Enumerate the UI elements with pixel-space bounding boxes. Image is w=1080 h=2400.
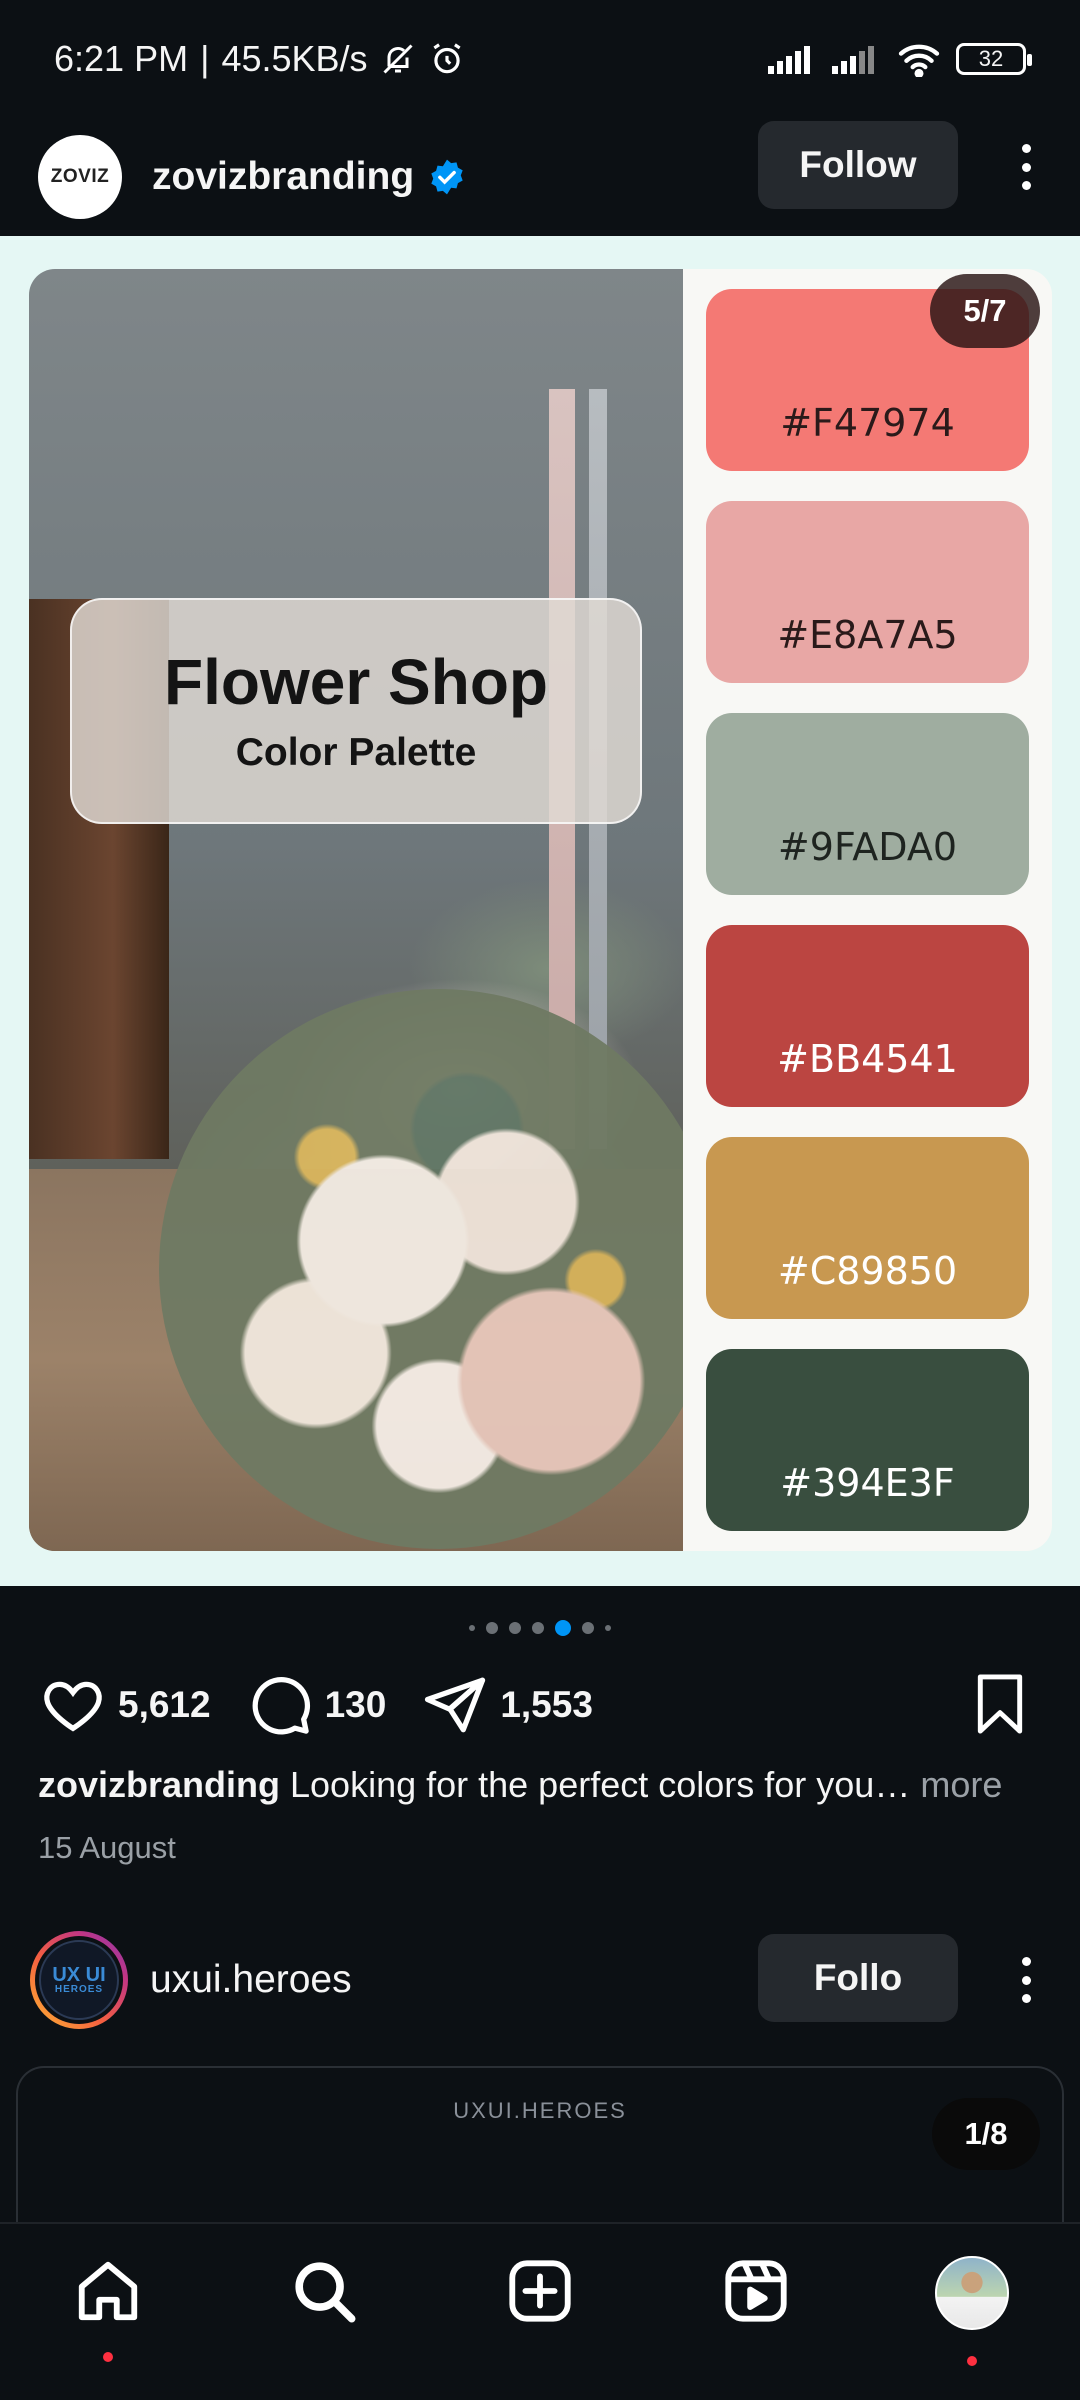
comment-count: 130 [324, 1684, 387, 1725]
post-date: 15 August [38, 1830, 176, 1865]
notification-dot [967, 2356, 977, 2366]
alarm-icon [432, 43, 461, 74]
next-post-header: UX UI HEROES uxui.heroes Follo [0, 1930, 1080, 2030]
color-swatch: #E8A7A5 [706, 501, 1029, 683]
nav-profile[interactable] [912, 2256, 1032, 2366]
color-swatch: #C89850 [706, 1137, 1029, 1319]
carousel-dot [605, 1625, 611, 1631]
color-swatch: #9FADA0 [706, 713, 1029, 895]
caption-text: Looking for the perfect colors for you… [290, 1764, 911, 1805]
post-actions: 5,612 130 1,553 [0, 1668, 1080, 1742]
avatar-logo: UX UI HEROES [39, 1940, 119, 2020]
home-icon[interactable] [73, 2256, 143, 2326]
share-action[interactable]: 1,553 [422, 1672, 593, 1738]
carousel-dot [469, 1625, 475, 1631]
media-subtitle: Color Palette [235, 731, 477, 775]
signal-icon [832, 46, 874, 74]
battery-level: 32 [978, 46, 1004, 71]
media-title: Flower Shop [164, 645, 548, 718]
carousel-counter-badge: 5/7 [930, 274, 1040, 348]
carousel-counter-badge: 1/8 [932, 2098, 1040, 2170]
swatch-hex: #BB4541 [777, 1037, 958, 1081]
verified-badge-icon [431, 159, 463, 195]
swatch-panel: #F47974 #E8A7A5 #9FADA0 #BB4541 #C89850 … [683, 269, 1052, 1551]
post-username[interactable]: zovizbranding [152, 155, 414, 199]
comment-action[interactable]: 130 [247, 1672, 387, 1738]
battery-icon: 32 [956, 43, 1032, 75]
add-square-icon[interactable] [505, 2256, 575, 2326]
swatch-hex: #C89850 [777, 1249, 958, 1293]
status-bar: 6:21 PM | 45.5KB/s 32 [0, 0, 1080, 118]
heart-icon[interactable] [40, 1672, 106, 1738]
like-count: 5,612 [118, 1684, 211, 1725]
more-options-icon[interactable] [1018, 144, 1034, 190]
carousel-dot [486, 1622, 498, 1634]
nav-search[interactable] [264, 2256, 384, 2356]
status-right: 32 [768, 41, 1032, 77]
avatar-logo-text: UX UI [52, 1964, 106, 1986]
swatch-hex: #E8A7A5 [777, 613, 958, 657]
status-time: 6:21 PM [54, 38, 189, 79]
status-separator: | [200, 38, 210, 79]
carousel-dot [582, 1622, 594, 1634]
post-header: ZOVIZ zovizbranding Follow [0, 118, 1080, 236]
caption-username[interactable]: zovizbranding [38, 1764, 280, 1805]
search-icon[interactable] [289, 2256, 359, 2326]
network-speed: 45.5KB/s [221, 38, 368, 79]
color-swatch: #394E3F [706, 1349, 1029, 1531]
avatar-logo-subtext: HEROES [54, 1984, 104, 1995]
nav-reels[interactable] [696, 2256, 816, 2356]
reels-icon[interactable] [721, 2256, 791, 2326]
next-post-media[interactable]: UXUI.HEROES 1/8 [16, 2066, 1064, 2226]
profile-avatar[interactable] [935, 2256, 1009, 2330]
title-card: Flower Shop Color Palette [70, 598, 642, 824]
story-ring-avatar[interactable]: UX UI HEROES [30, 1931, 128, 2029]
like-action[interactable]: 5,612 [40, 1672, 211, 1738]
mute-bell-icon [382, 44, 413, 74]
next-post-username[interactable]: uxui.heroes [150, 1958, 352, 2002]
send-icon[interactable] [422, 1672, 488, 1738]
avatar-ring-inner: UX UI HEROES [35, 1936, 123, 2024]
swatch-hex: #394E3F [780, 1461, 955, 1505]
flower-photo [29, 269, 683, 1551]
share-count: 1,553 [500, 1684, 593, 1725]
bottom-nav [0, 2222, 1080, 2400]
avatar[interactable]: ZOVIZ [38, 135, 122, 219]
bookmark-icon[interactable] [970, 1672, 1030, 1736]
follow-button[interactable]: Follo [758, 1934, 958, 2022]
wifi-icon [898, 44, 940, 77]
status-left: 6:21 PM | 45.5KB/s [54, 38, 466, 80]
follow-button[interactable]: Follow [758, 121, 958, 209]
nav-create[interactable] [480, 2256, 600, 2356]
post-media[interactable]: Flower Shop Color Palette #F47974 #E8A7A… [0, 236, 1080, 1586]
signal-icon [768, 46, 810, 74]
carousel-dot-active [555, 1620, 571, 1636]
carousel-dot [532, 1622, 544, 1634]
swatch-hex: #F47974 [780, 401, 955, 445]
next-post-brand-text: UXUI.HEROES [453, 2098, 627, 2123]
swatch-hex: #9FADA0 [777, 825, 958, 869]
carousel-dots [0, 1620, 1080, 1636]
notification-dot [103, 2352, 113, 2362]
caption-more-link[interactable]: more [920, 1764, 1002, 1805]
more-options-icon[interactable] [1018, 1957, 1034, 2003]
nav-home[interactable] [48, 2256, 168, 2362]
avatar-logo-text: ZOVIZ [50, 166, 110, 187]
comment-icon[interactable] [247, 1672, 313, 1738]
carousel-dot [509, 1622, 521, 1634]
color-swatch: #BB4541 [706, 925, 1029, 1107]
post-caption[interactable]: zovizbranding Looking for the perfect co… [38, 1764, 1048, 1806]
